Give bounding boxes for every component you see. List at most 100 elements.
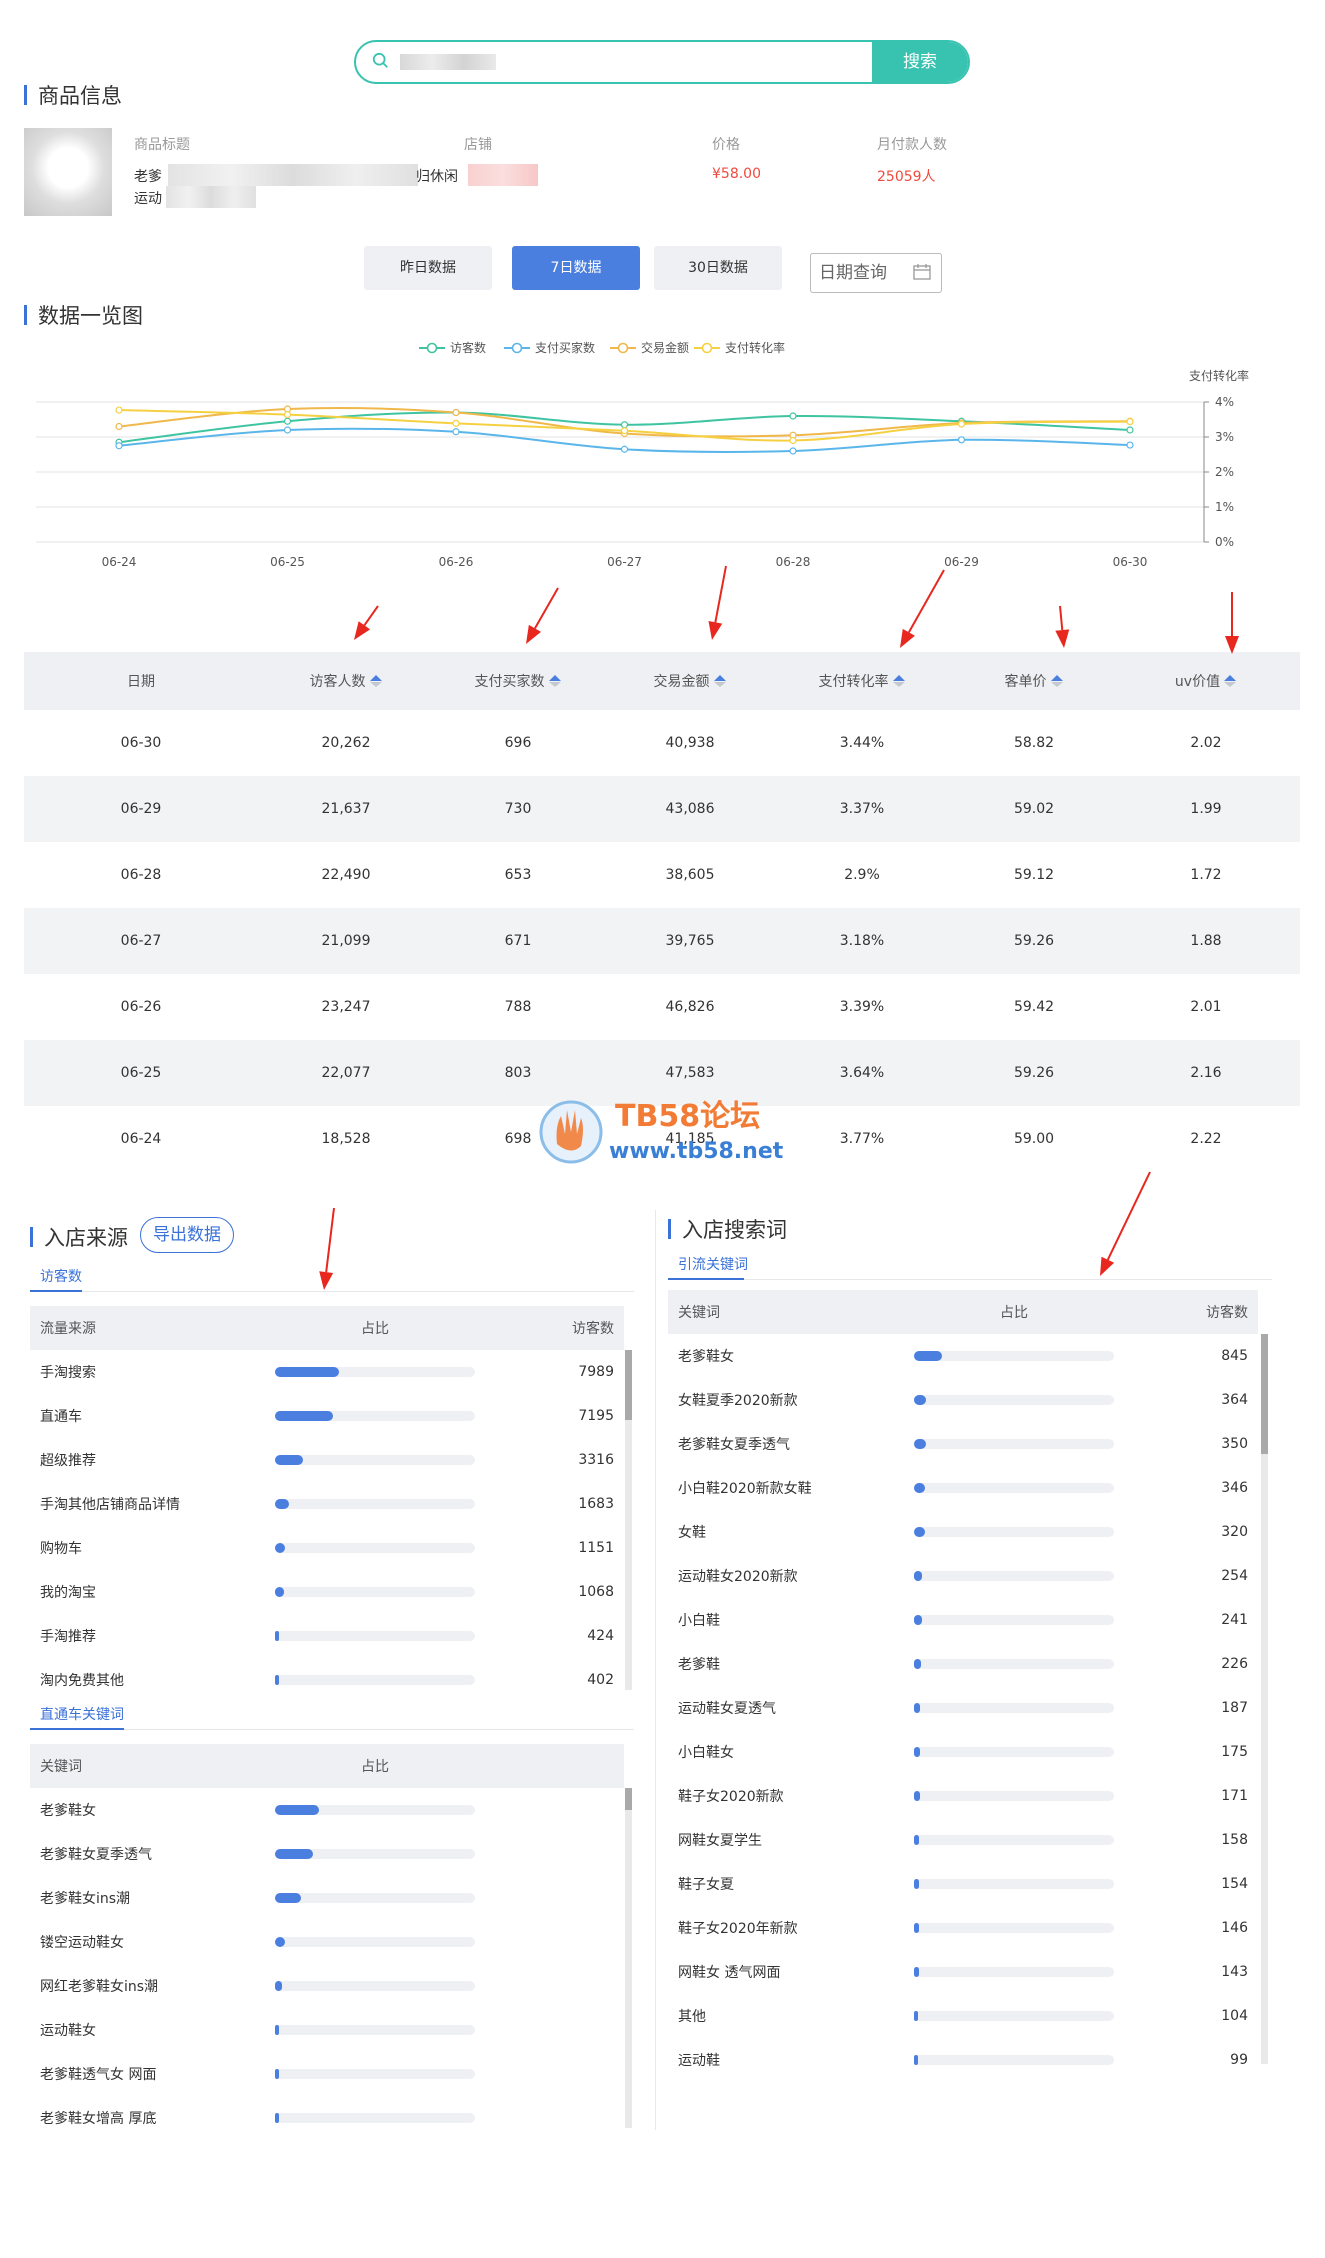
keyword-scrollbar[interactable] — [1261, 1334, 1268, 2064]
list-item[interactable]: 小白鞋 241 — [668, 1598, 1258, 1642]
ratio-bar-fill — [914, 1527, 925, 1537]
source-scrollbar[interactable] — [625, 1350, 632, 1690]
table-cell: 2.16 — [1190, 1065, 1222, 1081]
sort-icon[interactable] — [1050, 674, 1064, 688]
list-item[interactable]: 老爹鞋女增高 厚底 — [30, 2096, 624, 2140]
list-item[interactable]: 其他 104 — [668, 1994, 1258, 2038]
list-item[interactable]: 购物车 1151 — [30, 1526, 624, 1570]
item-name: 运动鞋女夏透气 — [678, 1701, 776, 1717]
series-point[interactable] — [1126, 426, 1134, 434]
series-point[interactable] — [283, 417, 292, 425]
sort-icon[interactable] — [548, 674, 562, 688]
list-item[interactable]: 老爹鞋女 845 — [668, 1334, 1258, 1378]
list-item[interactable]: 女鞋夏季2020新款 364 — [668, 1378, 1258, 1422]
sort-icon[interactable] — [369, 674, 383, 688]
list-item[interactable]: 老爹鞋透气女 网面 — [30, 2052, 624, 2096]
list-item[interactable]: 女鞋 320 — [668, 1510, 1258, 1554]
tab-ztc-keywords[interactable]: 直通车关键词 — [40, 1704, 124, 1724]
list-item[interactable]: 超级推荐 3316 — [30, 1438, 624, 1482]
list-item[interactable]: 老爹鞋女夏季透气 — [30, 1832, 624, 1876]
list-item[interactable]: 运动鞋女 — [30, 2008, 624, 2052]
table-cell: 39,765 — [665, 933, 715, 949]
series-point[interactable] — [283, 426, 292, 434]
column-header-6[interactable]: uv价值 — [1126, 652, 1286, 710]
overview-line-chart: 访客数 支付买家数 交易金额 支付转化率 06-24 06-25 06-26 06-27 06… — [36, 340, 1249, 569]
legend-item-3[interactable]: 支付转化率 — [694, 340, 785, 355]
list-item[interactable]: 鞋子女2020新款 171 — [668, 1774, 1258, 1818]
ratio-bar-track — [914, 1747, 1114, 1757]
export-data-button[interactable]: 导出数据 — [140, 1217, 234, 1253]
list-item[interactable]: 老爹鞋女 — [30, 1788, 624, 1832]
sort-icon[interactable] — [1223, 674, 1237, 688]
series-point[interactable] — [620, 421, 629, 429]
list-item[interactable]: 运动鞋女夏透气 187 — [668, 1686, 1258, 1730]
list-item[interactable]: 手淘搜索 7989 — [30, 1350, 624, 1394]
column-header-3[interactable]: 交易金额 — [610, 652, 770, 710]
series-point[interactable] — [452, 428, 460, 436]
ratio-bar-fill — [275, 1937, 285, 1947]
list-item[interactable]: 老爹鞋女夏季透气 350 — [668, 1422, 1258, 1466]
ztc-scrollbar[interactable] — [625, 1788, 632, 2128]
column-header-2[interactable]: 支付买家数 — [438, 652, 598, 710]
list-item[interactable]: 淘内免费其他 402 — [30, 1658, 624, 1702]
legend-item-2[interactable]: 交易金额 — [610, 340, 689, 355]
column-header-1[interactable]: 访客人数 — [266, 652, 426, 710]
list-item[interactable]: 网鞋女 透气网面 143 — [668, 1950, 1258, 1994]
product-title-line1[interactable]: 老爹 — [134, 166, 162, 186]
search-bar[interactable]: 搜索 — [354, 40, 970, 84]
list-item[interactable]: 我的淘宝 1068 — [30, 1570, 624, 1614]
series-point[interactable] — [789, 412, 797, 420]
list-item[interactable]: 运动鞋女2020新款 254 — [668, 1554, 1258, 1598]
shop-name[interactable]: 归休闲 — [416, 166, 458, 186]
tab-7days[interactable]: 7日数据 — [512, 246, 640, 290]
series-point[interactable] — [115, 406, 123, 414]
list-item[interactable]: 小白鞋2020新款女鞋 346 — [668, 1466, 1258, 1510]
series-point[interactable] — [452, 408, 460, 417]
series-point[interactable] — [957, 420, 966, 428]
list-item[interactable]: 网红老爹鞋女ins潮 — [30, 1964, 624, 2008]
column-header-label: 客单价 — [1004, 674, 1047, 690]
column-header-label: 支付买家数 — [474, 674, 545, 690]
list-item[interactable]: 运动鞋 99 — [668, 2038, 1258, 2082]
item-value: 143 — [1221, 1964, 1248, 1980]
series-point[interactable] — [620, 445, 629, 453]
sort-icon[interactable] — [713, 674, 727, 688]
tab-traffic-keywords[interactable]: 引流关键词 — [678, 1254, 748, 1274]
search-input[interactable] — [400, 54, 496, 70]
list-item[interactable]: 网鞋女夏学生 158 — [668, 1818, 1258, 1862]
item-name: 直通车 — [40, 1409, 82, 1425]
ratio-bar-track — [914, 1615, 1114, 1625]
list-item[interactable]: 手淘其他店铺商品详情 1683 — [30, 1482, 624, 1526]
list-item[interactable]: 老爹鞋 226 — [668, 1642, 1258, 1686]
tab-30days[interactable]: 30日数据 — [654, 246, 782, 290]
date-query-picker[interactable]: 日期查询 — [810, 253, 942, 293]
legend-item-1[interactable]: 支付买家数 — [504, 340, 595, 355]
series-point[interactable] — [1126, 417, 1134, 426]
legend-item-0[interactable]: 访客数 — [419, 340, 486, 355]
series-point[interactable] — [957, 436, 966, 444]
series-point[interactable] — [789, 436, 797, 445]
column-header-4[interactable]: 支付转化率 — [782, 652, 942, 710]
series-point[interactable] — [620, 427, 629, 435]
series-point[interactable] — [452, 419, 460, 427]
list-item[interactable]: 鞋子女2020年新款 146 — [668, 1906, 1258, 1950]
sort-icon[interactable] — [892, 674, 906, 688]
list-item[interactable]: 镂空运动鞋女 — [30, 1920, 624, 1964]
label-monthly-buyers: 月付款人数 — [877, 137, 947, 153]
list-item[interactable]: 鞋子女夏 154 — [668, 1862, 1258, 1906]
list-item[interactable]: 老爹鞋女ins潮 — [30, 1876, 624, 1920]
series-point[interactable] — [789, 447, 797, 455]
item-value: 845 — [1221, 1348, 1248, 1364]
list-item[interactable]: 小白鞋女 175 — [668, 1730, 1258, 1774]
list-item[interactable]: 直通车 7195 — [30, 1394, 624, 1438]
series-point[interactable] — [115, 422, 123, 431]
tab-visitors[interactable]: 访客数 — [40, 1266, 82, 1286]
series-point[interactable] — [1126, 441, 1134, 449]
search-button[interactable]: 搜索 — [872, 42, 968, 82]
list-item[interactable]: 手淘推荐 424 — [30, 1614, 624, 1658]
series-point[interactable] — [115, 442, 123, 450]
column-header-5[interactable]: 客单价 — [954, 652, 1114, 710]
series-point[interactable] — [283, 410, 292, 419]
tab-yesterday[interactable]: 昨日数据 — [364, 246, 492, 290]
product-title-line2[interactable]: 运动 — [134, 188, 162, 208]
